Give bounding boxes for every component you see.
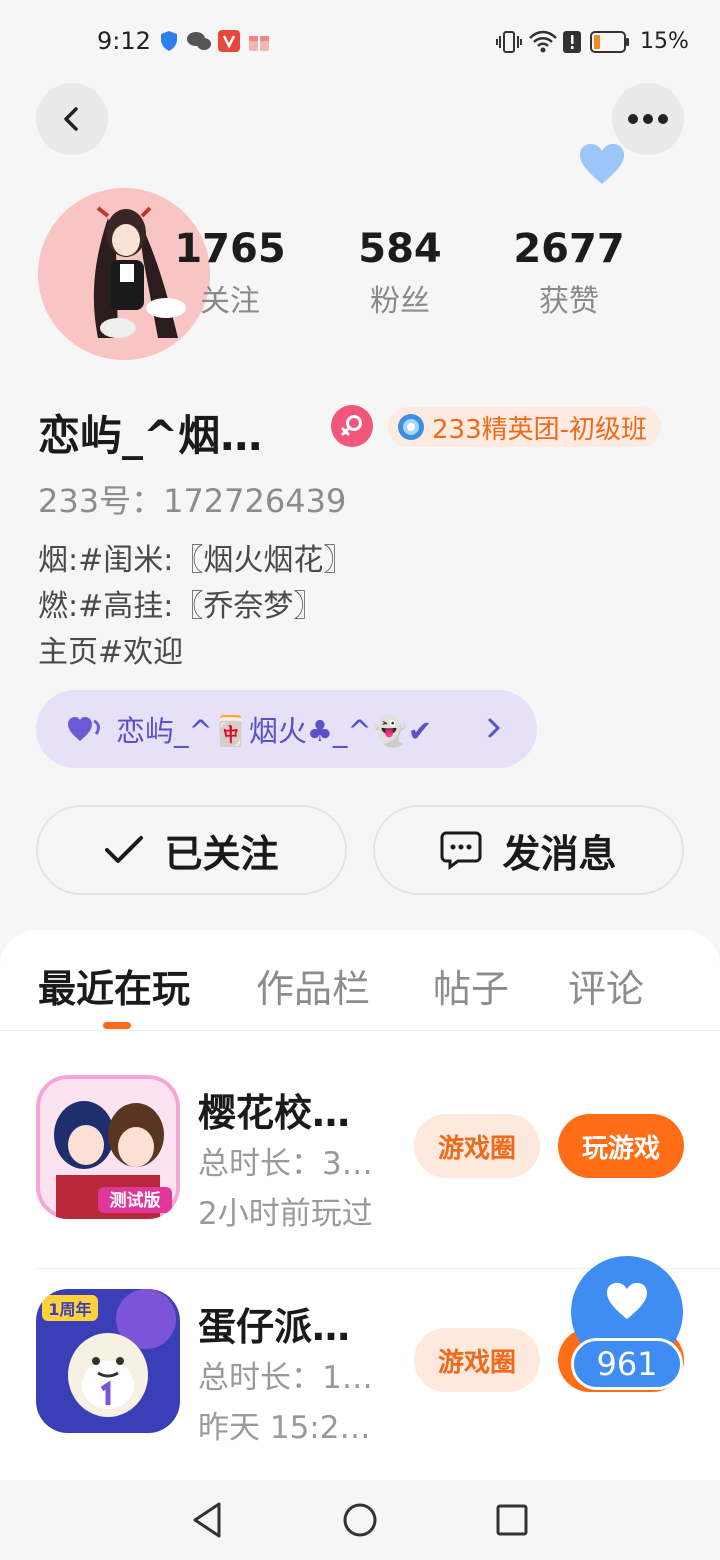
send-message-button[interactable]: 发消息 [373,805,684,895]
likes-label: 获赞 [539,284,599,319]
double-heart-icon [68,717,100,741]
bio-line: 主页#欢迎 [38,635,184,670]
eggy-party-game-icon: 1周年 [36,1289,180,1433]
female-icon [341,415,362,436]
fans-count: 584 [358,226,442,272]
status-time: 9:12 [97,27,151,55]
rank-badge[interactable]: 233精英团-初级班 [388,407,662,447]
floating-like-button[interactable]: 961 [571,1256,683,1390]
game-last-played: 2小时前玩过 [198,1196,373,1232]
game-circle-button[interactable]: 游戏圈 [414,1114,540,1178]
rank-emblem-icon [398,414,424,440]
floating-heart-icon [580,144,624,184]
tab-comments[interactable]: 评论 [568,958,644,1013]
sakura-game-icon: 测试版 [36,1075,180,1219]
rank-badge-label: 233精英团-初级班 [432,414,648,445]
more-dots-icon [628,114,668,124]
likes-count: 2677 [513,226,625,272]
username: 恋屿_^烟… [38,411,263,460]
stat-likes[interactable]: 2677 获赞 [494,226,644,320]
fans-label: 粉丝 [370,284,430,319]
game-circle-button[interactable]: 游戏圈 [414,1328,540,1392]
wechat-icon [187,32,211,50]
battery-icon [590,31,629,53]
tab-recently-played[interactable]: 最近在玩 [38,958,190,1013]
check-icon [105,836,144,863]
game-last-played: 昨天 15:2… [198,1410,371,1446]
wifi-icon [529,30,557,53]
game-title: 蛋仔派… [198,1305,351,1349]
following-label: 关注 [200,284,260,319]
alert-icon [563,31,581,53]
game-title: 樱花校… [198,1091,351,1135]
nav-back-icon[interactable] [190,1500,224,1540]
followed-button[interactable]: 已关注 [36,805,347,895]
game-icon-sakura[interactable]: 测试版 [36,1075,180,1219]
nav-recents-icon[interactable] [495,1500,529,1540]
tab-posts[interactable]: 帖子 [433,958,509,1013]
app-v-icon [218,30,240,52]
game-duration: 总时长：3… [198,1146,373,1182]
status-bar: 9:12 15% [0,0,720,84]
heart-icon [607,1282,647,1320]
nav-home-icon[interactable] [342,1500,378,1540]
tab-divider [0,1030,720,1031]
followed-label: 已关注 [164,831,279,876]
play-game-button[interactable]: 玩游戏 [558,1114,684,1178]
fan-group-label: 恋屿_^🀄烟火♣_^👻✔ [116,714,433,748]
gift-icon [249,36,269,51]
user-id: 233号：172726439 [38,482,347,520]
bio-line: 烟:#闺米:〖烟火烟花〗 [38,543,354,578]
gender-badge [331,405,373,447]
sakura-badge-text: 测试版 [110,1190,161,1211]
shield-icon [161,31,177,51]
game-icon-eggy[interactable]: 1周年 [36,1289,180,1433]
chevron-right-icon [488,718,501,738]
stat-following[interactable]: 1765 关注 [155,226,305,320]
system-nav-bar [0,1480,720,1560]
vibrate-icon [496,31,522,53]
bio: 烟:#闺米:〖烟火烟花〗 燃:#高挂:〖乔奈梦〗 主页#欢迎 [38,538,353,676]
game-row[interactable]: 测试版 樱花校… 总时长：3… 2小时前玩过 游戏圈 玩游戏 [0,1055,720,1269]
fan-group-pill[interactable]: 恋屿_^🀄烟火♣_^👻✔ [36,690,537,768]
chat-bubble-icon [440,831,482,870]
battery-percent: 15% [640,29,689,54]
send-message-label: 发消息 [502,831,617,876]
floating-like-count: 961 [571,1338,683,1390]
stat-fans[interactable]: 584 粉丝 [325,226,475,320]
tab-works[interactable]: 作品栏 [256,958,370,1013]
following-count: 1765 [174,226,286,272]
bio-line: 燃:#高挂:〖乔奈梦〗 [38,589,324,624]
eggy-badge-text: 1周年 [48,1300,91,1319]
chevron-left-icon [64,107,78,131]
back-button[interactable] [36,83,108,155]
tab-indicator [103,1022,131,1029]
game-duration: 总时长：1… [198,1360,373,1396]
